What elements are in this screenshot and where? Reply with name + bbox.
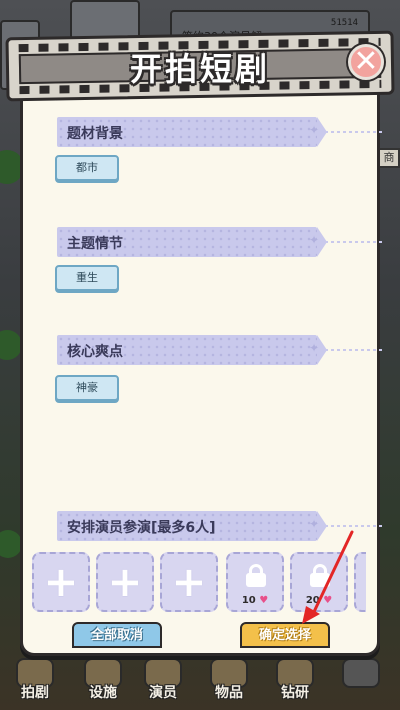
add-icon: + — [171, 557, 207, 606]
section-header-plot: 主题情节 — [57, 227, 327, 257]
actor-slot-empty[interactable]: + — [160, 552, 218, 612]
background-plant — [0, 330, 22, 360]
section-decoration — [309, 123, 383, 137]
add-icon: + — [43, 557, 79, 606]
nav-item-research[interactable]: 钻研 — [268, 658, 322, 702]
background-shop-tab: 商 — [378, 148, 400, 168]
unlock-cost-value: 10 — [241, 595, 256, 606]
add-icon: + — [107, 557, 143, 606]
close-button[interactable]: ✕ — [348, 44, 384, 80]
background-plant — [0, 530, 22, 558]
actor-slot-empty[interactable]: + — [32, 552, 90, 612]
nav-label: 设施 — [89, 685, 117, 701]
section-header-theme-background: 题材背景 — [57, 117, 327, 147]
section-decoration — [309, 341, 383, 355]
tag-highlight-option[interactable]: 神豪 — [55, 375, 119, 401]
section-title: 核心爽点 — [67, 344, 123, 360]
heart-icon: ♥ — [259, 595, 269, 606]
dialog-title: 开拍短剧 — [129, 50, 270, 88]
section-header-highlight: 核心爽点 — [57, 335, 327, 365]
section-title: 题材背景 — [67, 126, 123, 142]
bottom-nav: 拍剧 设施 演员 物品 钻研 — [0, 650, 400, 710]
lock-icon — [342, 658, 380, 688]
section-decoration — [309, 233, 383, 247]
section-decoration — [309, 517, 383, 531]
nav-item-shoot[interactable]: 拍剧 — [8, 658, 62, 702]
tag-plot-option[interactable]: 重生 — [55, 265, 119, 291]
tag-background-option[interactable]: 都市 — [55, 155, 119, 181]
unlock-cost: 10 ♥ — [228, 595, 282, 606]
annotation-arrow — [302, 530, 354, 624]
nav-item-items[interactable]: 物品 — [202, 658, 256, 702]
nav-item-locked[interactable] — [334, 658, 388, 702]
section-title: 主题情节 — [67, 236, 123, 252]
actor-slot-locked[interactable]: 10 ♥ — [226, 552, 284, 612]
nav-item-actors[interactable]: 演员 — [136, 658, 190, 702]
lock-icon — [246, 564, 266, 587]
background-score: 51514 — [330, 18, 358, 28]
nav-item-facility[interactable]: 设施 — [76, 658, 130, 702]
cancel-all-button[interactable]: 全部取消 — [72, 622, 162, 648]
nav-label: 钻研 — [281, 685, 309, 701]
section-title: 安排演员参演[最多6人] — [67, 520, 216, 536]
section-header-actors: 安排演员参演[最多6人] — [57, 511, 327, 541]
actor-slot-empty[interactable]: + — [96, 552, 154, 612]
nav-label: 物品 — [215, 685, 243, 701]
close-icon: ✕ — [353, 44, 379, 79]
nav-label: 拍剧 — [21, 685, 49, 701]
nav-label: 演员 — [149, 685, 177, 701]
